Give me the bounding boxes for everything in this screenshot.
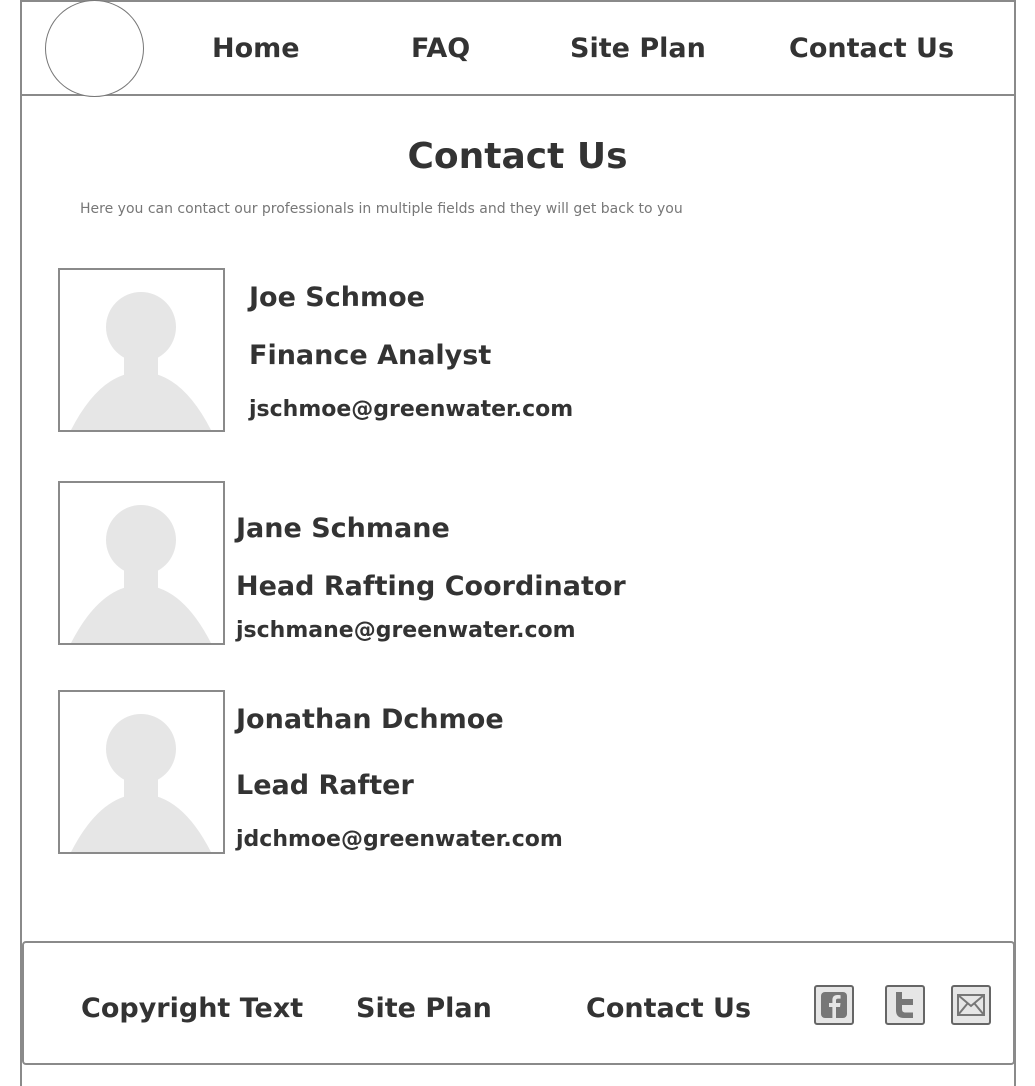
page-title: Contact Us — [407, 136, 628, 177]
contact-name: Joe Schmoe — [249, 282, 425, 313]
contact-role: Finance Analyst — [249, 340, 492, 371]
footer-link-site-plan[interactable]: Site Plan — [356, 993, 492, 1024]
header: Home FAQ Site Plan Contact Us — [20, 0, 1016, 97]
contact-role: Lead Rafter — [236, 770, 414, 801]
page-subtitle: Here you can contact our professionals i… — [80, 201, 683, 217]
twitter-icon[interactable] — [885, 985, 925, 1025]
contact-email[interactable]: jdchmoe@greenwater.com — [236, 827, 563, 852]
person-silhouette-icon — [71, 292, 211, 430]
contact-name: Jane Schmane — [236, 513, 450, 544]
email-icon[interactable] — [951, 985, 991, 1025]
nav-contact-us[interactable]: Contact Us — [789, 33, 954, 64]
avatar-placeholder — [58, 690, 225, 854]
person-silhouette-icon — [71, 714, 211, 852]
avatar-placeholder — [58, 268, 225, 432]
copyright-text: Copyright Text — [81, 993, 304, 1024]
facebook-icon[interactable] — [814, 985, 854, 1025]
contact-role: Head Rafting Coordinator — [236, 571, 626, 602]
person-silhouette-icon — [71, 505, 211, 643]
nav-home[interactable]: Home — [212, 33, 300, 64]
footer: Copyright Text Site Plan Contact Us — [22, 941, 1015, 1065]
contact-name: Jonathan Dchmoe — [236, 704, 504, 735]
footer-link-contact-us[interactable]: Contact Us — [586, 993, 751, 1024]
nav-site-plan[interactable]: Site Plan — [570, 33, 706, 64]
logo-placeholder[interactable] — [45, 0, 144, 97]
contact-email[interactable]: jschmane@greenwater.com — [236, 618, 576, 643]
contact-email[interactable]: jschmoe@greenwater.com — [249, 397, 573, 422]
nav-faq[interactable]: FAQ — [411, 33, 470, 64]
avatar-placeholder — [58, 481, 225, 645]
